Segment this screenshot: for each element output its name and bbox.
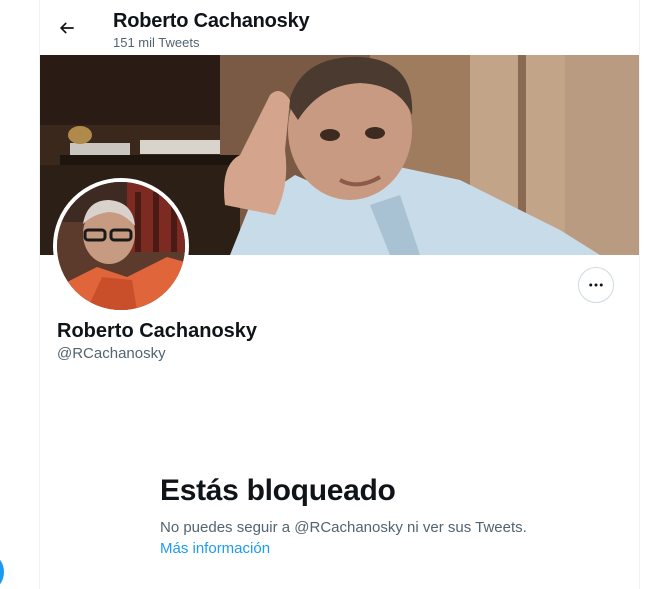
learn-more-link[interactable]: Más información — [160, 540, 270, 557]
arrow-left-icon — [59, 22, 74, 34]
more-options-button[interactable] — [578, 267, 614, 303]
profile-column: Roberto Cachanosky 151 mil Tweets Robert… — [39, 0, 640, 589]
profile-name: Roberto Cachanosky — [57, 320, 258, 342]
header-title: Roberto Cachanosky — [113, 10, 310, 32]
blocked-description: No puedes seguir a @RCachanosky ni ver s… — [160, 519, 527, 536]
tweet-count: 151 mil Tweets — [113, 35, 200, 50]
blocked-title: Estás bloqueado — [160, 474, 396, 507]
compose-button[interactable] — [0, 555, 4, 589]
avatar-photo — [57, 182, 185, 310]
profile-handle: @RCachanosky — [57, 345, 166, 362]
back-button[interactable] — [52, 13, 82, 43]
more-horizontal-icon — [589, 283, 603, 287]
profile-avatar[interactable] — [53, 178, 189, 314]
top-bar: Roberto Cachanosky 151 mil Tweets — [40, 0, 639, 55]
page: Roberto Cachanosky 151 mil Tweets Robert… — [0, 0, 655, 589]
